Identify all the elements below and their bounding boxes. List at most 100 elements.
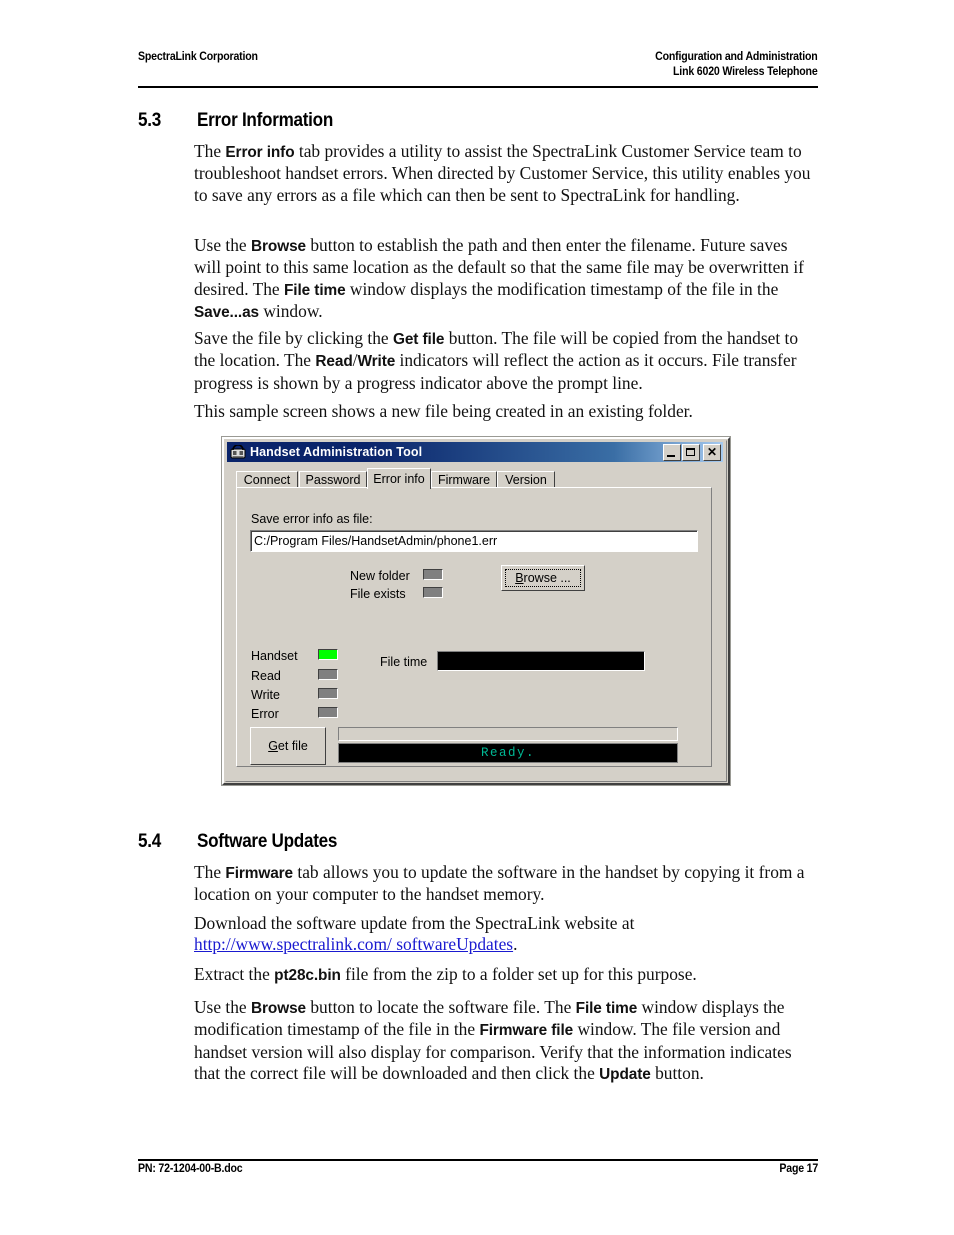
paragraph-5-4-3: Extract the pt28c.bin file from the zip … — [194, 964, 818, 986]
tab-firmware[interactable]: Firmware — [431, 471, 497, 488]
minimize-button[interactable] — [663, 443, 681, 461]
new-folder-indicator — [423, 569, 443, 580]
paragraph-5-4-4: Use the Browse button to locate the soft… — [194, 997, 818, 1085]
section-number-5-3: 5.3 — [138, 110, 161, 131]
read-indicator-label: Read — [251, 669, 281, 683]
dialog-title: Handset Administration Tool — [250, 445, 423, 459]
new-folder-label: New folder — [350, 569, 410, 583]
tab-password[interactable]: Password — [299, 471, 367, 488]
header-doc-title-line1: Configuration and Administration — [655, 51, 819, 63]
header-doc-title-line2: Link 6020 Wireless Telephone — [673, 66, 819, 78]
header-company: SpectraLink Corporation — [138, 51, 258, 63]
footer-part-number: PN: 72-1204-00-B.doc — [138, 1163, 243, 1175]
paragraph-5-3-3: Save the file by clicking the Get file b… — [194, 328, 818, 394]
term-pt28c-bin: pt28c.bin — [274, 967, 341, 984]
minimize-icon — [667, 454, 675, 457]
close-button[interactable]: ✕ — [703, 443, 721, 461]
text-run: file from the zip to a folder set up for… — [340, 964, 697, 984]
file-time-label: File time — [380, 655, 428, 669]
term-update: Update — [599, 1065, 651, 1083]
text-run: Use the — [194, 997, 251, 1017]
text-run: window. — [259, 300, 323, 321]
get-file-accel-char: G — [268, 739, 278, 753]
browse-accel-char: B — [515, 571, 524, 585]
error-indicator — [318, 707, 338, 718]
term-browse-2: Browse — [251, 1000, 306, 1017]
page-header: SpectraLink Corporation Configuration an… — [138, 50, 818, 80]
footer-rule — [138, 1159, 818, 1161]
text-run: window displays the modification timesta… — [345, 278, 779, 299]
tab-version[interactable]: Version — [497, 471, 555, 488]
paragraph-5-3-4: This sample screen shows a new file bein… — [194, 401, 693, 421]
paragraph-5-3-2: Use the Browse button to establish the p… — [194, 235, 818, 323]
read-indicator — [318, 669, 338, 680]
get-file-button-label: Get file — [268, 739, 308, 753]
browse-button-label: Browse ... — [515, 571, 571, 585]
file-path-input[interactable]: C:/Program Files/HandsetAdmin/phone1.err — [250, 530, 698, 552]
text-run: The — [194, 862, 226, 882]
browse-button[interactable]: Browse ... — [501, 565, 585, 591]
header-doc-title: Configuration and Administration Link 60… — [655, 50, 819, 80]
handset-indicator — [318, 649, 338, 660]
term-error-info: Error info — [225, 144, 295, 161]
text-run: Save the file by clicking the — [194, 328, 393, 348]
write-indicator-label: Write — [251, 688, 280, 702]
text-run: Use the — [194, 235, 251, 255]
section-number-5-4: 5.4 — [138, 831, 161, 852]
spectralink-software-updates-link[interactable]: http://www.spectralink.com/ softwareUpda… — [194, 934, 513, 954]
window-controls: ✕ — [662, 443, 721, 461]
term-file-time-2: File time — [575, 1000, 638, 1017]
file-exists-indicator — [423, 587, 443, 598]
tab-label: Error info — [373, 472, 425, 486]
paragraph-5-4-1: The Firmware tab allows you to update th… — [194, 862, 818, 906]
text-run: button to locate the software file. The — [306, 997, 576, 1017]
transfer-progress-bar — [338, 727, 678, 741]
text-run: The — [194, 141, 226, 161]
file-exists-label: File exists — [350, 587, 406, 601]
term-save-as: Save...as — [194, 303, 259, 321]
maximize-icon — [686, 447, 695, 456]
section-heading-5-3: 5.3 Error Information — [138, 110, 348, 132]
status-prompt-line: Ready. — [338, 743, 678, 763]
term-browse: Browse — [251, 238, 306, 255]
maximize-button[interactable] — [682, 443, 700, 461]
handset-administration-tool-dialog: Handset Administration Tool ✕ Connect Pa… — [222, 437, 730, 785]
error-indicator-label: Error — [251, 707, 279, 721]
tab-label: Version — [505, 473, 547, 487]
section-heading-5-4: 5.4 Software Updates — [138, 831, 353, 853]
term-get-file: Get file — [392, 331, 445, 348]
handset-icon — [230, 443, 246, 460]
page-footer: PN: 72-1204-00-B.doc Page 17 — [138, 1163, 818, 1175]
text-run: . — [513, 934, 518, 955]
term-firmware-file: Firmware file — [479, 1022, 574, 1040]
term-write: Write — [357, 353, 396, 371]
error-info-tab-panel: Save error info as file: C:/Program File… — [236, 487, 712, 767]
dialog-titlebar: Handset Administration Tool ✕ — [227, 442, 723, 462]
write-indicator — [318, 688, 338, 699]
tab-label: Firmware — [437, 473, 491, 487]
save-error-info-label: Save error info as file: — [251, 512, 373, 526]
tab-label: Connect — [243, 473, 291, 487]
text-run: button. — [650, 1062, 704, 1083]
term-firmware: Firmware — [225, 865, 294, 882]
document-page: SpectraLink Corporation Configuration an… — [0, 0, 954, 1235]
footer-page-number: Page 17 — [779, 1163, 818, 1175]
dialog-tabstrip: Connect Password Error info Firmware Ver… — [236, 468, 712, 489]
tab-connect[interactable]: Connect — [236, 471, 298, 488]
term-file-time: File time — [284, 281, 346, 299]
get-file-label-rest: et file — [277, 739, 308, 753]
get-file-button[interactable]: Get file — [250, 727, 326, 765]
text-run: Download the software update from the Sp… — [194, 913, 635, 933]
section-title-5-4: Software Updates — [197, 831, 338, 852]
tab-error-info[interactable]: Error info — [367, 468, 431, 489]
handset-indicator-label: Handset — [251, 649, 298, 663]
text-run: Extract the — [194, 964, 275, 984]
tab-label: Password — [305, 473, 361, 487]
section-title-5-3: Error Information — [197, 110, 334, 131]
header-rule — [138, 86, 818, 88]
term-read: Read — [315, 353, 353, 371]
close-icon: ✕ — [706, 445, 718, 459]
browse-label-rest: rowse ... — [523, 571, 571, 585]
paragraph-5-4-2: Download the software update from the Sp… — [194, 913, 818, 956]
paragraph-5-3-1: The Error info tab provides a utility to… — [194, 141, 818, 206]
